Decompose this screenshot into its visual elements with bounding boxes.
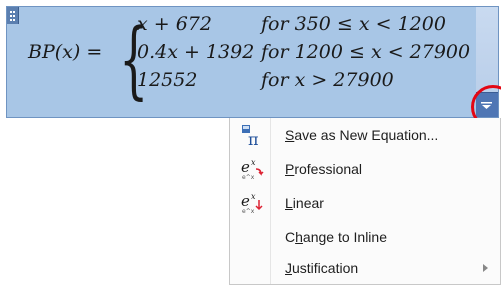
svg-text:x: x — [251, 158, 256, 167]
svg-text:e^x: e^x — [242, 208, 255, 215]
menu-item-label: Professional — [285, 161, 363, 177]
submenu-arrow-icon — [483, 264, 488, 272]
menu-item-linear[interactable]: e x e^x Linear — [230, 186, 500, 220]
linear-format-icon: e x e^x — [241, 192, 263, 215]
equation-expr-3: 12552 — [137, 69, 198, 91]
menu-item-label: Save as New Equation... — [285, 127, 439, 143]
menu-item-label: Linear — [285, 195, 324, 211]
menu-item-label: Justification — [285, 260, 359, 276]
svg-text:e^x: e^x — [242, 174, 255, 181]
equation-options-menu: π Save as New Equation... e x e^x Profes… — [229, 118, 501, 285]
equation-lhs: BP(x) = — [28, 41, 103, 63]
menu-item-justification[interactable]: Justification — [230, 251, 500, 285]
svg-text:x: x — [251, 192, 256, 201]
equation-object[interactable]: BP(x) = { x + 672 0.4x + 1392 12552 for … — [6, 6, 499, 118]
professional-format-icon: e x e^x — [241, 158, 264, 181]
menu-item-label: Change to Inline — [285, 229, 387, 245]
equation-cond-1: for 350 ≤ x < 1200 — [261, 13, 446, 35]
equation-move-handle[interactable] — [7, 7, 19, 24]
menu-item-change-to-inline[interactable]: Change to Inline — [230, 220, 500, 254]
equation-expr-1: x + 672 — [137, 13, 212, 35]
equation-expr-2: 0.4x + 1392 — [137, 41, 255, 63]
svg-text:π: π — [248, 130, 259, 147]
grip-dots-icon — [10, 11, 15, 21]
menu-item-save-as-new-equation[interactable]: π Save as New Equation... — [230, 118, 500, 152]
menu-item-professional[interactable]: e x e^x Professional — [230, 152, 500, 186]
equation-cond-3: for x > 27900 — [261, 69, 394, 91]
equation-cond-2: for 1200 ≤ x < 27900 — [261, 41, 471, 63]
pi-equation-icon: π — [242, 125, 259, 147]
